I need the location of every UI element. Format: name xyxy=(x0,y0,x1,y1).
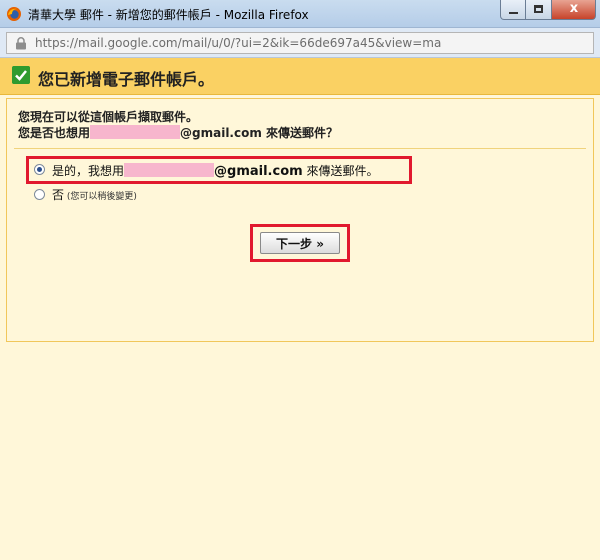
url-field[interactable]: https://mail.google.com/mail/u/0/?ui=2&i… xyxy=(6,32,594,54)
page-title: 您已新增電子郵件帳戶。 xyxy=(38,70,215,89)
info-line-2-email: @gmail.com xyxy=(180,126,262,140)
minimize-icon xyxy=(509,12,518,14)
url-text: https://mail.google.com/mail/u/0/?ui=2&i… xyxy=(35,36,442,50)
lock-icon xyxy=(16,37,26,50)
option-no-label[interactable]: 否 (您可以稍後變更) xyxy=(52,186,137,203)
option-yes-suffix: 來傳送郵件。 xyxy=(302,164,379,178)
window-titlebar: 清華大學 郵件 - 新增您的郵件帳戶 - Mozilla Firefox x xyxy=(0,0,600,28)
window-controls: x xyxy=(500,0,596,22)
minimize-button[interactable] xyxy=(500,0,526,20)
option-no-hint: (您可以稍後變更) xyxy=(64,192,137,202)
redacted-email-mask xyxy=(90,125,181,139)
firefox-icon xyxy=(7,7,21,21)
url-bar: https://mail.google.com/mail/u/0/?ui=2&i… xyxy=(0,28,600,58)
close-icon: x xyxy=(569,1,579,16)
option-no-text: 否 xyxy=(52,188,65,202)
next-step-button[interactable]: 下一步 » xyxy=(260,232,340,254)
check-icon xyxy=(12,66,30,84)
option-yes-email: @gmail.com xyxy=(214,164,303,179)
redacted-email-mask-2 xyxy=(124,163,215,177)
radio-no[interactable] xyxy=(34,189,45,200)
window-title: 清華大學 郵件 - 新增您的郵件帳戶 - Mozilla Firefox xyxy=(28,8,309,22)
maximize-button[interactable] xyxy=(526,0,552,20)
info-line-2-prefix: 您是否也想用 xyxy=(18,126,91,140)
close-button[interactable]: x xyxy=(552,0,596,20)
radio-yes[interactable] xyxy=(34,164,45,175)
maximize-icon xyxy=(534,5,543,13)
info-line-1: 您現在可以從這個帳戶擷取郵件。 xyxy=(18,110,199,124)
option-yes-label[interactable]: 是的，我想用 @gmail.com 來傳送郵件。 xyxy=(52,162,379,179)
info-line-2-suffix: 來傳送郵件？ xyxy=(261,126,339,140)
page-content: 您已新增電子郵件帳戶。 您現在可以從這個帳戶擷取郵件。 您是否也想用 @gmail… xyxy=(0,58,600,560)
option-yes-prefix: 是的，我想用 xyxy=(52,164,125,178)
divider xyxy=(14,148,586,149)
success-header: 您已新增電子郵件帳戶。 xyxy=(0,58,600,95)
info-line-2: 您是否也想用 @gmail.com 來傳送郵件？ xyxy=(18,124,338,141)
